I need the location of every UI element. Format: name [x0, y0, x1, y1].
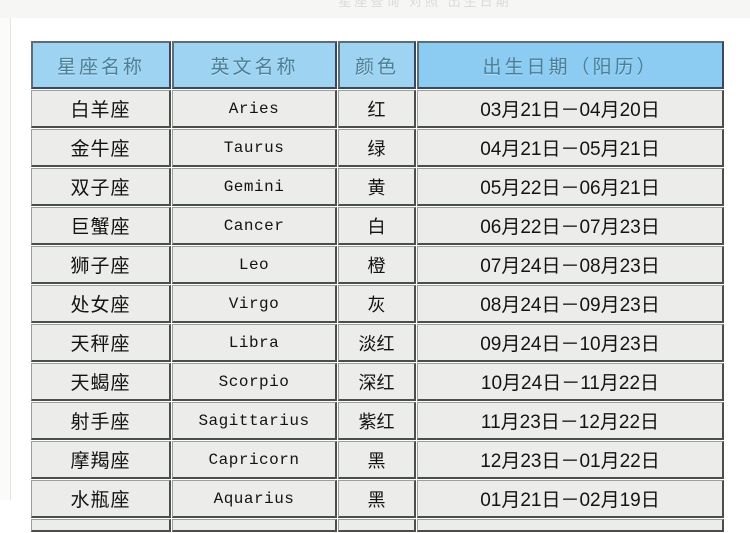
table-row: 双子座 Gemini 黄 05月22日－06月21日 — [31, 168, 724, 206]
table-row: 处女座 Virgo 灰 08月24日－09月23日 — [31, 285, 724, 323]
cell-zodiac-name: 白羊座 — [31, 90, 171, 128]
column-header-birth-date: 出生日期（阳历） — [417, 41, 724, 89]
zodiac-table: 星座名称 英文名称 颜色 出生日期（阳历） 白羊座 Aries 红 03月21日… — [30, 40, 725, 533]
table-row: 天秤座 Libra 淡红 09月24日－10月23日 — [31, 324, 724, 362]
cell-birth-date: 09月24日－10月23日 — [417, 324, 724, 362]
table-row-clipped — [31, 519, 724, 532]
cell-english-name: Libra — [172, 324, 337, 362]
table-row: 射手座 Sagittarius 紫红 11月23日－12月22日 — [31, 402, 724, 440]
cell-birth-date: 05月22日－06月21日 — [417, 168, 724, 206]
page-left-margin-shade — [0, 18, 10, 500]
table-header: 星座名称 英文名称 颜色 出生日期（阳历） — [31, 41, 724, 89]
cell-zodiac-name: 狮子座 — [31, 246, 171, 284]
cell-birth-date: 03月21日－04月20日 — [417, 90, 724, 128]
page-top-faint-heading: 星座查询 对照 出生日期 — [0, 0, 750, 18]
page-left-rule — [10, 18, 11, 500]
cell-zodiac-name: 双子座 — [31, 168, 171, 206]
column-header-zodiac-name: 星座名称 — [31, 41, 171, 89]
cell-zodiac-name: 水瓶座 — [31, 480, 171, 518]
cell-birth-date: 06月22日－07月23日 — [417, 207, 724, 245]
cell-birth-date: 04月21日－05月21日 — [417, 129, 724, 167]
cell-english-name: Aries — [172, 90, 337, 128]
cell-birth-date — [417, 519, 724, 532]
table-row: 金牛座 Taurus 绿 04月21日－05月21日 — [31, 129, 724, 167]
cell-zodiac-name — [31, 519, 171, 532]
cell-english-name: Gemini — [172, 168, 337, 206]
cell-english-name: Cancer — [172, 207, 337, 245]
cell-birth-date: 08月24日－09月23日 — [417, 285, 724, 323]
cell-color: 淡红 — [338, 324, 416, 362]
table-row: 狮子座 Leo 橙 07月24日－08月23日 — [31, 246, 724, 284]
cell-birth-date: 11月23日－12月22日 — [417, 402, 724, 440]
cell-zodiac-name: 天秤座 — [31, 324, 171, 362]
cell-color: 黑 — [338, 441, 416, 479]
cell-english-name: Aquarius — [172, 480, 337, 518]
cell-color: 紫红 — [338, 402, 416, 440]
cell-color: 深红 — [338, 363, 416, 401]
cell-zodiac-name: 射手座 — [31, 402, 171, 440]
cell-birth-date: 10月24日－11月22日 — [417, 363, 724, 401]
table-row: 巨蟹座 Cancer 白 06月22日－07月23日 — [31, 207, 724, 245]
cell-color: 黑 — [338, 480, 416, 518]
cell-color: 红 — [338, 90, 416, 128]
cell-english-name: Sagittarius — [172, 402, 337, 440]
cell-zodiac-name: 天蝎座 — [31, 363, 171, 401]
faint-heading-text: 星座查询 对照 出生日期 — [338, 0, 512, 9]
cell-english-name: Capricorn — [172, 441, 337, 479]
table-row: 摩羯座 Capricorn 黑 12月23日－01月22日 — [31, 441, 724, 479]
table-row: 水瓶座 Aquarius 黑 01月21日－02月19日 — [31, 480, 724, 518]
cell-birth-date: 07月24日－08月23日 — [417, 246, 724, 284]
cell-color: 白 — [338, 207, 416, 245]
cell-birth-date: 01月21日－02月19日 — [417, 480, 724, 518]
cell-birth-date: 12月23日－01月22日 — [417, 441, 724, 479]
cell-zodiac-name: 金牛座 — [31, 129, 171, 167]
column-header-color: 颜色 — [338, 41, 416, 89]
cell-zodiac-name: 处女座 — [31, 285, 171, 323]
zodiac-table-container: 星座名称 英文名称 颜色 出生日期（阳历） 白羊座 Aries 红 03月21日… — [30, 40, 725, 533]
cell-color: 橙 — [338, 246, 416, 284]
cell-zodiac-name: 摩羯座 — [31, 441, 171, 479]
cell-zodiac-name: 巨蟹座 — [31, 207, 171, 245]
cell-english-name — [172, 519, 337, 532]
cell-color: 黄 — [338, 168, 416, 206]
cell-color — [338, 519, 416, 532]
column-header-english-name: 英文名称 — [172, 41, 337, 89]
table-body: 白羊座 Aries 红 03月21日－04月20日 金牛座 Taurus 绿 0… — [31, 90, 724, 532]
cell-color: 灰 — [338, 285, 416, 323]
cell-english-name: Scorpio — [172, 363, 337, 401]
table-header-row: 星座名称 英文名称 颜色 出生日期（阳历） — [31, 41, 724, 89]
cell-english-name: Virgo — [172, 285, 337, 323]
cell-english-name: Leo — [172, 246, 337, 284]
cell-english-name: Taurus — [172, 129, 337, 167]
table-row: 白羊座 Aries 红 03月21日－04月20日 — [31, 90, 724, 128]
cell-color: 绿 — [338, 129, 416, 167]
table-row: 天蝎座 Scorpio 深红 10月24日－11月22日 — [31, 363, 724, 401]
